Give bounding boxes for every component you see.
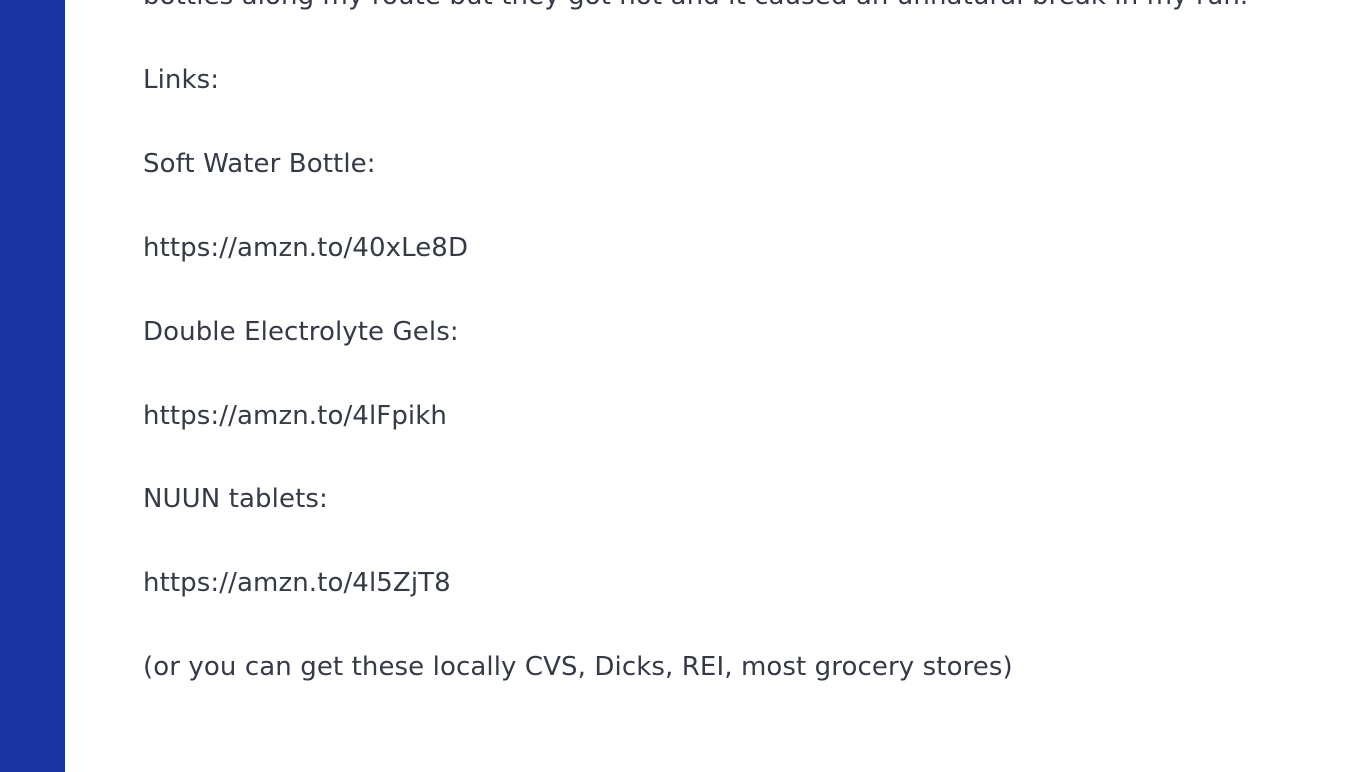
soft-water-bottle-url[interactable]: https://amzn.to/40xLe8D bbox=[143, 233, 468, 263]
soft-water-bottle-label: Soft Water Bottle: bbox=[143, 149, 376, 179]
electrolyte-gels-link[interactable]: https://amzn.to/4lFpikh bbox=[143, 400, 447, 432]
page: bottles along my route but they got hot … bbox=[0, 0, 1368, 772]
links-heading: Links: bbox=[143, 65, 220, 95]
local-stores-note: (or you can get these locally CVS, Dicks… bbox=[143, 652, 1013, 682]
soft-water-bottle-link[interactable]: https://amzn.to/40xLe8D bbox=[143, 232, 468, 264]
electrolyte-gels-url[interactable]: https://amzn.to/4lFpikh bbox=[143, 401, 447, 431]
nuun-tablets-label: NUUN tablets: bbox=[143, 484, 328, 514]
nuun-tablets-url[interactable]: https://amzn.to/4l5ZjT8 bbox=[143, 568, 451, 598]
article-body: bottles along my route but they got hot … bbox=[143, 0, 1343, 772]
partial-paragraph-text: bottles along my route but they got hot … bbox=[143, 0, 1248, 12]
nuun-tablets-link[interactable]: https://amzn.to/4l5ZjT8 bbox=[143, 567, 451, 599]
electrolyte-gels-label: Double Electrolyte Gels: bbox=[143, 317, 459, 347]
left-accent-bar bbox=[0, 0, 65, 772]
